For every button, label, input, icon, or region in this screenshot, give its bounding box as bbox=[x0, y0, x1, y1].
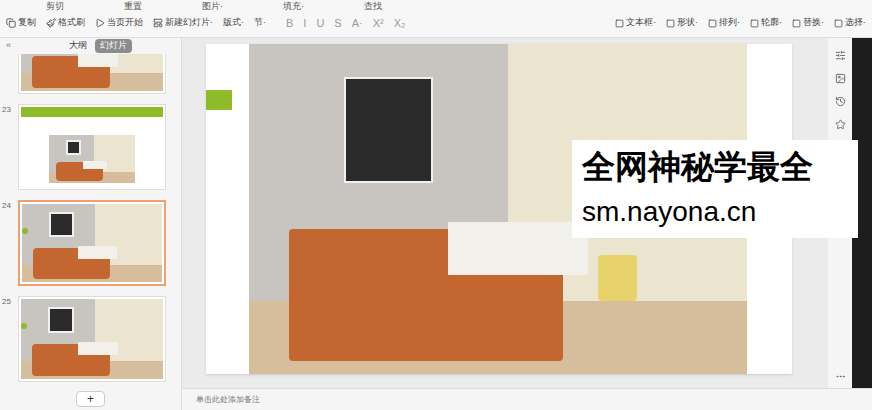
tool-icon bbox=[834, 19, 843, 28]
slide-icon bbox=[153, 18, 163, 28]
slide-photo bbox=[49, 135, 134, 183]
ribbon-button[interactable]: 当页开始 bbox=[95, 16, 143, 30]
accent-bar bbox=[206, 90, 232, 110]
slide-photo bbox=[21, 299, 163, 379]
ribbon-button[interactable]: 版式· bbox=[223, 16, 244, 30]
star-icon[interactable] bbox=[835, 119, 846, 130]
ribbon-button[interactable]: 格式刷 bbox=[46, 16, 85, 30]
format-button[interactable]: X² bbox=[373, 15, 384, 32]
format-button[interactable]: X₂ bbox=[394, 15, 406, 32]
slide-thumbnail[interactable]: 25 bbox=[0, 296, 171, 382]
ribbon-button[interactable]: 填充· bbox=[283, 0, 304, 12]
collapse-button[interactable]: « bbox=[6, 39, 11, 53]
more-icon[interactable] bbox=[835, 371, 846, 382]
add-slide-button[interactable]: + bbox=[76, 391, 105, 407]
format-button[interactable]: B bbox=[286, 15, 293, 32]
ribbon-button[interactable]: 重置 bbox=[124, 0, 142, 12]
ribbon-button[interactable]: 新建幻灯片· bbox=[153, 16, 213, 30]
ribbon-button[interactable]: 节· bbox=[254, 16, 266, 30]
format-button[interactable]: U bbox=[316, 15, 324, 32]
slide-thumbnail[interactable]: 24 bbox=[0, 200, 171, 286]
ribbon-button[interactable]: 替换· bbox=[792, 16, 824, 30]
settings-icon[interactable] bbox=[835, 50, 846, 61]
ribbon-button[interactable]: 排列· bbox=[708, 16, 740, 30]
ribbon-button[interactable]: 图片· bbox=[202, 0, 223, 12]
tool-icon bbox=[615, 19, 624, 28]
ribbon: 剪切 重置 图片· 填充· 查找复制格式刷当页开始新建幻灯片· 版式· 节· BIUS A· X²… bbox=[0, 0, 872, 38]
panel-tab[interactable]: 大纲 bbox=[69, 39, 87, 53]
ribbon-button[interactable]: 复制 bbox=[6, 16, 36, 30]
format-button[interactable]: A· bbox=[352, 15, 363, 32]
copy-icon bbox=[6, 18, 16, 28]
ribbon-button[interactable]: 轮廓· bbox=[750, 16, 782, 30]
ribbon-button[interactable]: 形状· bbox=[666, 16, 698, 30]
image-icon[interactable] bbox=[835, 73, 846, 84]
ribbon-button[interactable]: 查找 bbox=[364, 0, 382, 12]
app: 剪切 重置 图片· 填充· 查找复制格式刷当页开始新建幻灯片· 版式· 节· BIUS A· X²… bbox=[0, 0, 872, 410]
tool-icon bbox=[708, 19, 717, 28]
tool-icon bbox=[750, 19, 759, 28]
format-button[interactable]: S bbox=[334, 15, 341, 32]
ribbon-main-row: 复制格式刷当页开始新建幻灯片· 版式· 节· BIUS A· X² X₂ 文本框· 形状· 排列·… bbox=[6, 12, 866, 34]
slide-list: 23 24 25 bbox=[0, 54, 181, 388]
slide-photo bbox=[21, 54, 163, 91]
notes-bar[interactable]: 单击此处添加备注 bbox=[182, 388, 872, 410]
ribbon-button[interactable]: 剪切 bbox=[46, 0, 64, 12]
brush-icon bbox=[46, 18, 56, 28]
slide-thumbnail[interactable] bbox=[0, 54, 171, 94]
history-icon[interactable] bbox=[835, 96, 846, 107]
format-button[interactable]: I bbox=[303, 15, 306, 32]
ribbon-button[interactable]: 文本框· bbox=[615, 16, 656, 30]
slide-panel: « 大纲幻灯片 23 24 25 + bbox=[0, 38, 182, 410]
panel-tab[interactable]: 幻灯片 bbox=[95, 39, 132, 53]
tool-icon bbox=[792, 19, 801, 28]
play-icon bbox=[95, 18, 105, 28]
watermark: 全网神秘学最全sm.nayona.cn bbox=[572, 140, 858, 238]
ribbon-button[interactable]: 选择· bbox=[834, 16, 866, 30]
tool-icon bbox=[666, 19, 675, 28]
slide-photo bbox=[22, 204, 162, 282]
ribbon-top-row: 剪切 重置 图片· 填充· 查找 bbox=[6, 0, 866, 12]
slide-thumbnail[interactable]: 23 bbox=[0, 104, 171, 190]
